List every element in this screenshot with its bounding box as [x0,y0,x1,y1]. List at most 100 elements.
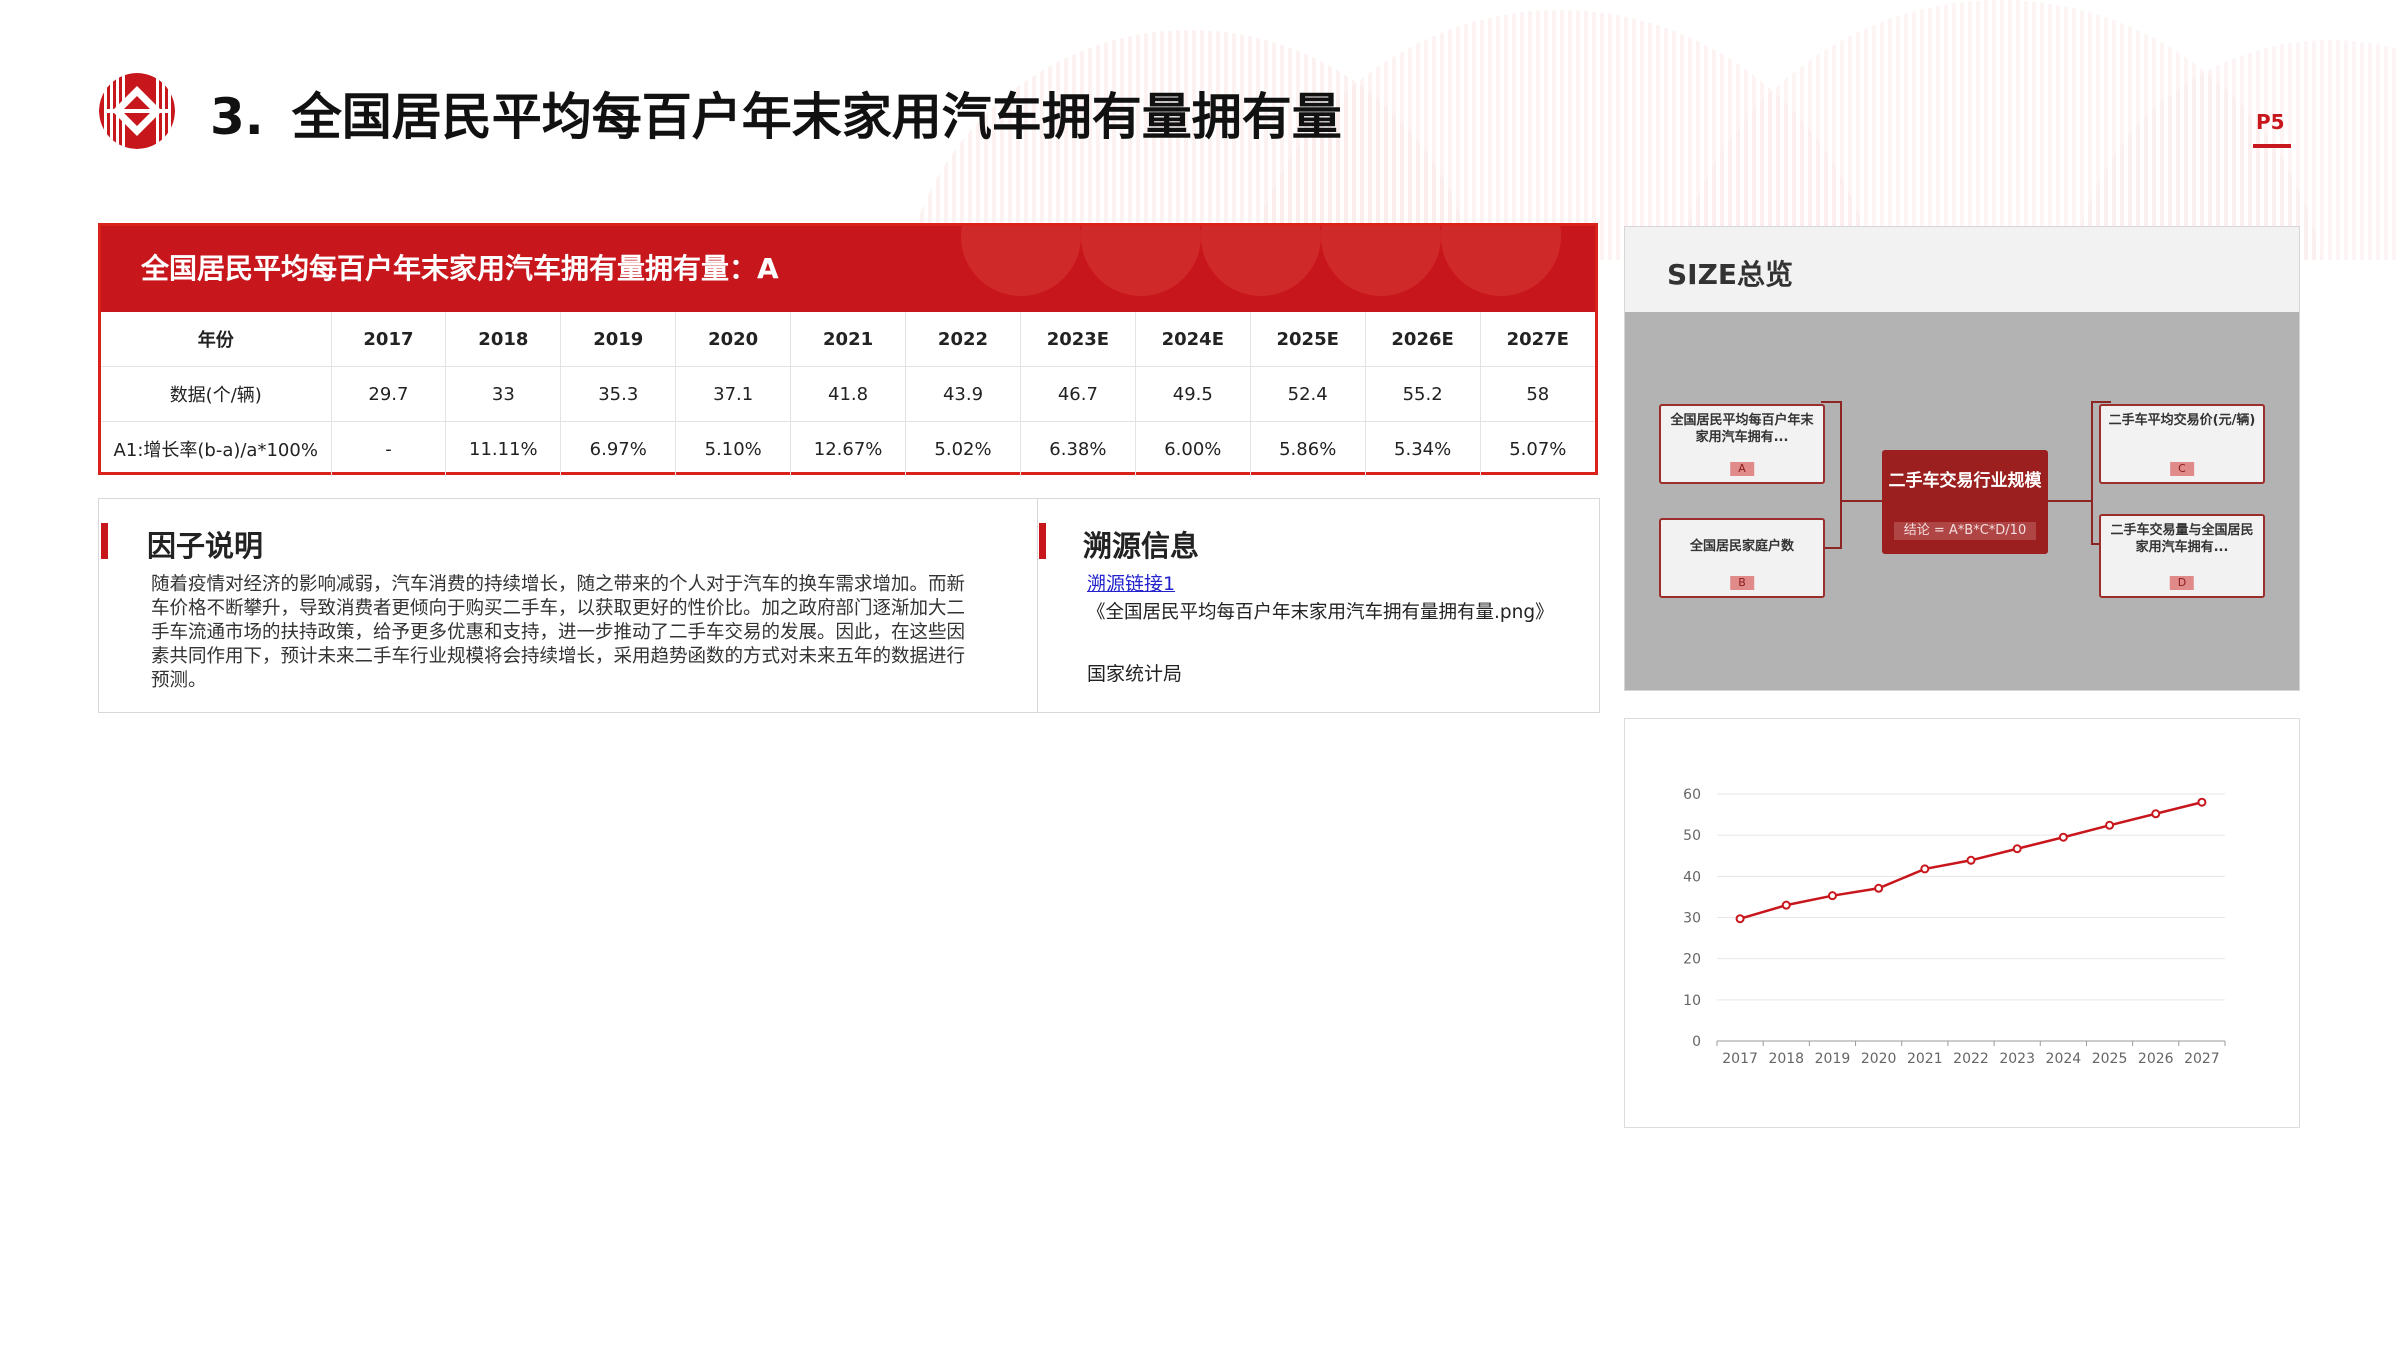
y-tick-label: 20 [1683,952,1701,968]
source-section-marker [1039,523,1046,559]
diagram-center-node: 二手车交易行业规模 结论 = A*B*C*D/10 [1882,450,2048,554]
size-overview-title: SIZE总览 [1667,258,1794,291]
table-cell: 46.7 [1020,366,1136,422]
page-number-underline [2253,144,2291,148]
data-point [1735,914,1745,924]
brand-logo [99,73,175,149]
connector-line [1840,401,1842,549]
table-header-cell: 2024E [1135,312,1251,367]
table-cell: 5.07% [1509,438,1567,460]
table-header-cell: 2020 [675,312,792,367]
table-cell: 29.7 [331,366,447,422]
info-divider [1037,499,1038,712]
table-header-cell: 2027E [1480,312,1595,367]
data-point [2012,844,2022,854]
page-number: P5 [2256,110,2285,134]
table-row: A1:增长率(b-a)/a*100% - 11.11% 6.97% 5.10% … [101,421,1595,476]
data-table-title: 全国居民平均每百户年末家用汽车拥有量拥有量：A [141,252,779,285]
x-tick-label: 2022 [1953,1051,1989,1067]
data-point [2058,832,2068,842]
table-cell: A1:增长率(b-a)/a*100% [101,421,332,476]
table-row: 数据(个/辆) 29.7 33 35.3 37.1 41.8 43.9 46.7… [101,366,1595,422]
node-c-label: 二手车平均交易价(元/辆) [2108,413,2256,428]
data-point [2151,809,2161,819]
page-title-text: 全国居民平均每百户年末家用汽车拥有量拥有量 [291,88,1342,146]
node-b-tag: B [1730,576,1754,590]
table-cell: 6.00% [1135,421,1251,476]
size-overview-card: SIZE总览 全国居民平均每百户年末家用汽车拥有... A 全国居民家庭户数 B… [1624,226,2300,691]
table-header-cell: 2019 [560,312,677,367]
y-tick-label: 50 [1683,828,1701,844]
table-header-cell: 2018 [445,312,562,367]
info-card: 因子说明 随着疫情对经济的影响减弱，汽车消费的持续增长，随之带来的个人对于汽车的… [98,498,1600,713]
y-tick-label: 40 [1683,869,1701,885]
table-header-cell: 2025E [1250,312,1366,367]
data-point [2197,797,2207,807]
table-cell: 58 [1480,366,1595,422]
x-tick-label: 2020 [1861,1051,1897,1067]
table-cell: 35.3 [560,366,677,422]
x-tick-label: 2025 [2092,1051,2128,1067]
table-cell: 41.8 [790,366,907,422]
table-header-cell: 2021 [790,312,907,367]
table-cell: 5.86% [1250,421,1366,476]
table-cell: 33 [445,366,562,422]
line-chart-card: 0 10 20 30 40 50 60 2017 2018 2019 2020 2021 2022 202… [1624,718,2300,1128]
factor-description: 随着疫情对经济的影响减弱，汽车消费的持续增长，随之带来的个人对于汽车的换车需求增… [151,574,966,691]
table-cell: 数据(个/辆) [101,366,332,422]
size-overview-diagram: 全国居民平均每百户年末家用汽车拥有... A 全国居民家庭户数 B 二手车交易行… [1625,312,2299,690]
x-tick-label: 2026 [2138,1051,2174,1067]
table-cell: 6.38% [1020,421,1136,476]
connector-line [2048,500,2092,502]
data-table: 年份 2017 2018 2019 2020 2021 2022 2023E 2… [101,312,1595,476]
table-cell: 6.97% [560,421,677,476]
section-number: 3. [210,88,264,146]
node-b-label: 全国居民家庭户数 [1689,539,1794,554]
table-header-cell: 2022 [905,312,1021,367]
diagram-node-b: 全国居民家庭户数 B [1659,518,1825,598]
table-cell: 5.10% [675,421,792,476]
table-header-row: 年份 2017 2018 2019 2020 2021 2022 2023E 2… [101,312,1595,367]
y-tick-label: 0 [1692,1034,1701,1050]
table-cell: 12.67% [790,421,907,476]
connector-line [2091,401,2093,545]
table-cell: 55.2 [1365,366,1481,422]
x-tick-label: 2027 [2184,1051,2220,1067]
table-cell: 11.11% [445,421,562,476]
connector-line [1821,401,1841,403]
source-organization: 国家统计局 [1087,663,1183,685]
table-cell: - [331,421,447,476]
table-header-cell: 2017 [331,312,447,367]
y-tick-label: 60 [1683,787,1701,803]
factor-section-marker [101,523,108,559]
diagram-node-c: 二手车平均交易价(元/辆) C [2099,404,2265,484]
data-point [1827,891,1837,901]
factor-title: 因子说明 [147,529,264,563]
x-tick-label: 2021 [1907,1051,1943,1067]
source-link[interactable]: 溯源链接1 [1087,569,1175,596]
y-tick-label: 30 [1683,911,1701,927]
node-a-label: 全国居民平均每百户年末家用汽车拥有... [1670,413,1814,445]
data-table-header: 全国居民平均每百户年末家用汽车拥有量拥有量：A [101,226,1595,312]
data-point [1920,864,1930,874]
data-point [2105,820,2115,830]
diagram-node-d: 二手车交易量与全国居民家用汽车拥有... D [2099,514,2265,598]
table-cell: 52.4 [1250,366,1366,422]
node-d-tag: D [2169,576,2195,590]
node-a-tag: A [1730,462,1754,476]
x-tick-label: 2019 [1815,1051,1851,1067]
table-cell: 43.9 [905,366,1021,422]
data-point [1781,900,1791,910]
data-table-card: 全国居民平均每百户年末家用汽车拥有量拥有量：A 年份 2017 2018 201… [98,223,1598,476]
table-header-cell: 2023E [1020,312,1136,367]
connector-line [2091,401,2111,403]
node-c-tag: C [2170,462,2194,476]
x-tick-label: 2024 [2046,1051,2082,1067]
source-file-name: 《全国居民平均每百户年末家用汽车拥有量拥有量.png》 [1087,602,1554,623]
source-title: 溯源信息 [1083,529,1200,563]
table-cell: 37.1 [675,366,792,422]
connector-line [1840,500,1882,502]
table-cell: 49.5 [1135,366,1251,422]
data-point [1966,855,1976,865]
x-tick-label: 2017 [1722,1051,1758,1067]
